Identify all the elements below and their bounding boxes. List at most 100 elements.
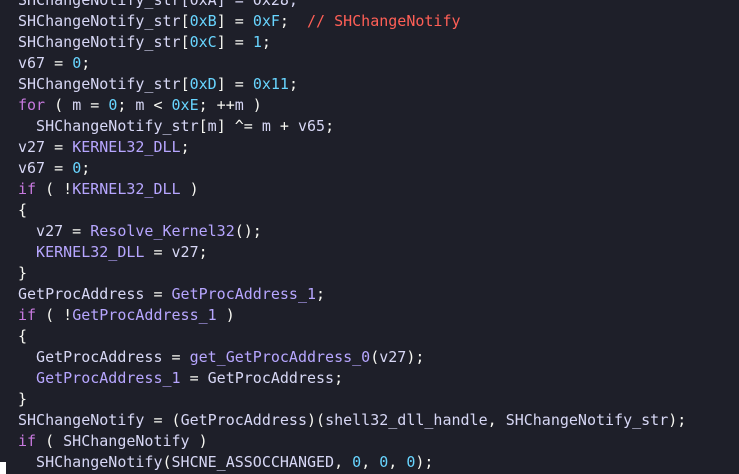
code-token: =: [144, 285, 172, 303]
code-token: KERNEL32_DLL: [18, 243, 145, 261]
code-token: ] ^=: [216, 117, 262, 135]
code-token: KERNEL32_DLL: [72, 180, 181, 198]
code-token: {: [18, 201, 28, 219]
code-token: ();: [234, 222, 262, 240]
code-token: =: [45, 159, 73, 177]
code-line[interactable]: }: [18, 389, 739, 410]
code-line[interactable]: SHChangeNotify_str[0xB] = 0xF; // SHChan…: [18, 11, 739, 32]
code-token: GetProcAddress: [18, 348, 163, 366]
code-token: = (: [144, 411, 181, 429]
code-comment: // SHChangeNotify: [307, 12, 461, 30]
code-token: =: [81, 96, 109, 114]
code-token: SHChangeNotify_str[0xA] = 0x28;: [18, 0, 298, 9]
code-token: ): [216, 306, 235, 324]
code-token: {: [18, 327, 28, 345]
code-token: shell32_dll_handle: [325, 411, 488, 429]
code-line[interactable]: v27 = KERNEL32_DLL;: [18, 137, 739, 158]
code-token: ] =: [216, 75, 253, 93]
code-token: 0xE: [171, 96, 199, 114]
code-token: ; ++: [198, 96, 235, 114]
code-token: ,: [388, 453, 407, 471]
code-token: (: [370, 348, 380, 366]
code-token: v27: [171, 243, 199, 261]
code-line[interactable]: GetProcAddress_1 = GetProcAddress;: [18, 368, 739, 389]
code-line[interactable]: if ( !GetProcAddress_1 ): [18, 305, 739, 326]
code-token: ;: [81, 54, 91, 72]
code-line[interactable]: GetProcAddress = GetProcAddress_1;: [18, 284, 739, 305]
code-token: ,: [334, 453, 353, 471]
code-line[interactable]: SHChangeNotify_str[0xC] = 1;: [18, 32, 739, 53]
code-token: KERNEL32_DLL: [72, 138, 181, 156]
code-token: v27: [18, 222, 64, 240]
code-token: if: [18, 180, 37, 198]
code-token: SHChangeNotify_str: [18, 12, 181, 30]
code-token: if: [18, 306, 37, 324]
code-token: SHChangeNotify_str: [18, 75, 181, 93]
code-token: m: [72, 96, 82, 114]
code-token: GetProcAddress_1: [18, 369, 181, 387]
code-editor[interactable]: SHChangeNotify_str[0xA] = 0x28; SHChangeN…: [0, 0, 739, 474]
code-line[interactable]: v67 = 0;: [18, 158, 739, 179]
code-token: ): [189, 432, 208, 450]
code-token: }: [18, 264, 28, 282]
code-token: 0xB: [189, 12, 217, 30]
code-token: }: [18, 390, 28, 408]
code-token: m: [234, 96, 244, 114]
code-token: );: [406, 348, 425, 366]
text-cursor: [0, 462, 6, 474]
code-line[interactable]: v27 = Resolve_Kernel32();: [18, 221, 739, 242]
code-line[interactable]: for ( m = 0; m < 0xE; ++m ): [18, 95, 739, 116]
code-token: 0xF: [252, 12, 280, 30]
code-token: SHCNE_ASSOCCHANGED: [171, 453, 335, 471]
code-token: v65: [297, 117, 326, 135]
code-token: v67: [18, 159, 46, 177]
code-token: ,: [361, 453, 380, 471]
code-line[interactable]: SHChangeNotify_str[0xA] = 0x28;: [18, 0, 739, 11]
code-token: ;: [198, 243, 208, 261]
code-token: ): [243, 96, 262, 114]
code-token: =: [45, 138, 73, 156]
code-line[interactable]: }: [18, 263, 739, 284]
code-token: ;: [334, 369, 344, 387]
code-token: <: [144, 96, 172, 114]
code-line[interactable]: SHChangeNotify(SHCNE_ASSOCCHANGED, 0, 0,…: [18, 452, 739, 473]
code-token: ( !: [36, 306, 73, 324]
code-token: SHChangeNotify: [63, 432, 190, 450]
code-line[interactable]: SHChangeNotify = (GetProcAddress)(shell3…: [18, 410, 739, 431]
code-line[interactable]: {: [18, 200, 739, 221]
code-token: SHChangeNotify_str: [505, 411, 669, 429]
code-token: GetProcAddress: [207, 369, 335, 387]
code-token: 1: [252, 33, 262, 51]
code-token: ): [180, 180, 199, 198]
code-token: 0: [352, 453, 362, 471]
code-token: 0: [72, 159, 82, 177]
code-token: SHChangeNotify_str: [18, 117, 199, 135]
code-token: GetProcAddress_1: [72, 306, 217, 324]
code-line[interactable]: if ( !KERNEL32_DLL ): [18, 179, 739, 200]
code-token: [: [180, 33, 190, 51]
code-token: ] =: [216, 33, 253, 51]
code-line[interactable]: SHChangeNotify_str[0xD] = 0x11;: [18, 74, 739, 95]
code-token: =: [180, 369, 208, 387]
code-token: =: [144, 243, 172, 261]
code-token: m: [207, 117, 217, 135]
code-token: ( !: [36, 180, 73, 198]
code-line[interactable]: if ( SHChangeNotify ): [18, 431, 739, 452]
code-token: [: [180, 12, 190, 30]
code-line[interactable]: GetProcAddress = get_GetProcAddress_0(v2…: [18, 347, 739, 368]
code-token: v27: [18, 138, 46, 156]
code-token: for: [18, 96, 46, 114]
code-token: v67: [18, 54, 46, 72]
code-token: (: [45, 96, 73, 114]
code-line[interactable]: v67 = 0;: [18, 53, 739, 74]
code-line[interactable]: {: [18, 326, 739, 347]
code-token: SHChangeNotify: [18, 453, 163, 471]
code-line[interactable]: KERNEL32_DLL = v27;: [18, 242, 739, 263]
code-token: );: [415, 453, 434, 471]
code-listing: SHChangeNotify_str[0xA] = 0x28; SHChangeN…: [0, 0, 739, 473]
code-line[interactable]: SHChangeNotify_str[m] ^= m + v65;: [18, 116, 739, 137]
code-token: ;: [316, 285, 326, 303]
code-token: [: [180, 75, 190, 93]
code-token: =: [162, 348, 190, 366]
code-token: ;: [279, 12, 307, 30]
